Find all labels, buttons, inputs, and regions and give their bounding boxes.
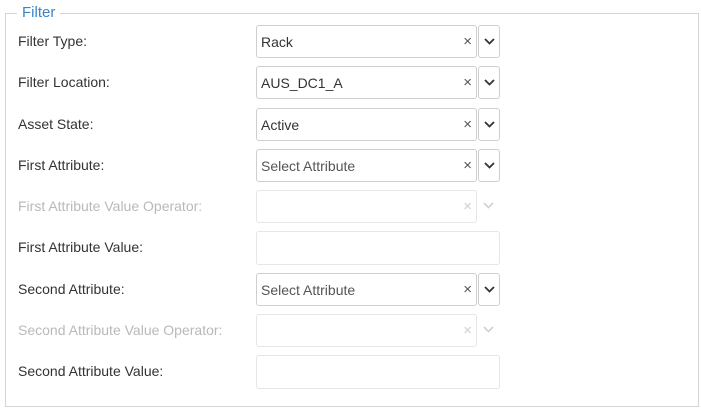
second-attribute-operator-dropdown-button bbox=[478, 314, 500, 347]
close-icon: × bbox=[463, 198, 472, 215]
filter-type-dropdown-button[interactable] bbox=[478, 25, 500, 58]
first-attribute-value-label: First Attribute Value: bbox=[18, 239, 144, 255]
first-attribute-operator-dropdown-button bbox=[478, 190, 500, 223]
filter-type-label: Filter Type: bbox=[18, 33, 87, 49]
first-attribute-operator-row: First Attribute Value Operator: × bbox=[0, 190, 701, 224]
asset-state-label: Asset State: bbox=[18, 116, 94, 132]
second-attribute-operator-combobox: × bbox=[256, 314, 477, 347]
chevron-down-icon bbox=[484, 79, 495, 86]
asset-state-value: Active bbox=[261, 117, 300, 133]
asset-state-combobox[interactable]: Active × bbox=[256, 108, 477, 141]
second-attribute-value-row: Second Attribute Value: bbox=[0, 355, 701, 389]
close-icon[interactable]: × bbox=[463, 281, 472, 298]
close-icon[interactable]: × bbox=[463, 33, 472, 50]
second-attribute-label: Second Attribute: bbox=[18, 281, 125, 297]
first-attribute-value-input[interactable] bbox=[256, 231, 500, 265]
second-attribute-value-label: Second Attribute Value: bbox=[18, 363, 164, 379]
first-attribute-placeholder: Select Attribute bbox=[261, 158, 356, 174]
first-attribute-dropdown-button[interactable] bbox=[478, 149, 500, 182]
chevron-down-icon bbox=[484, 162, 495, 169]
second-attribute-combobox[interactable]: Select Attribute × bbox=[256, 273, 477, 306]
first-attribute-operator-combobox: × bbox=[256, 190, 477, 223]
close-icon[interactable]: × bbox=[463, 157, 472, 174]
filter-legend: Filter bbox=[17, 4, 61, 21]
second-attribute-operator-label: Second Attribute Value Operator: bbox=[18, 322, 223, 338]
chevron-down-icon bbox=[483, 202, 494, 209]
asset-state-row: Asset State: Active × bbox=[0, 108, 701, 142]
chevron-down-icon bbox=[484, 121, 495, 128]
second-attribute-placeholder: Select Attribute bbox=[261, 282, 356, 298]
second-attribute-row: Second Attribute: Select Attribute × bbox=[0, 273, 701, 307]
close-icon[interactable]: × bbox=[463, 74, 472, 91]
second-attribute-operator-row: Second Attribute Value Operator: × bbox=[0, 314, 701, 348]
close-icon[interactable]: × bbox=[463, 116, 472, 133]
filter-location-value: AUS_DC1_A bbox=[261, 75, 343, 91]
asset-state-dropdown-button[interactable] bbox=[478, 108, 500, 141]
chevron-down-icon bbox=[484, 286, 495, 293]
filter-location-row: Filter Location: AUS_DC1_A × bbox=[0, 66, 701, 100]
chevron-down-icon bbox=[484, 38, 495, 45]
first-attribute-combobox[interactable]: Select Attribute × bbox=[256, 149, 477, 182]
filter-type-value: Rack bbox=[261, 34, 293, 50]
second-attribute-dropdown-button[interactable] bbox=[478, 273, 500, 306]
filter-type-combobox[interactable]: Rack × bbox=[256, 25, 477, 58]
filter-location-label: Filter Location: bbox=[18, 74, 110, 90]
second-attribute-value-input[interactable] bbox=[256, 355, 500, 389]
first-attribute-row: First Attribute: Select Attribute × bbox=[0, 149, 701, 183]
filter-location-dropdown-button[interactable] bbox=[478, 66, 500, 99]
chevron-down-icon bbox=[483, 326, 494, 333]
filter-type-row: Filter Type: Rack × bbox=[0, 25, 701, 59]
first-attribute-operator-label: First Attribute Value Operator: bbox=[18, 198, 203, 214]
first-attribute-label: First Attribute: bbox=[18, 157, 105, 173]
filter-location-combobox[interactable]: AUS_DC1_A × bbox=[256, 66, 477, 99]
first-attribute-value-row: First Attribute Value: bbox=[0, 231, 701, 265]
close-icon: × bbox=[463, 322, 472, 339]
